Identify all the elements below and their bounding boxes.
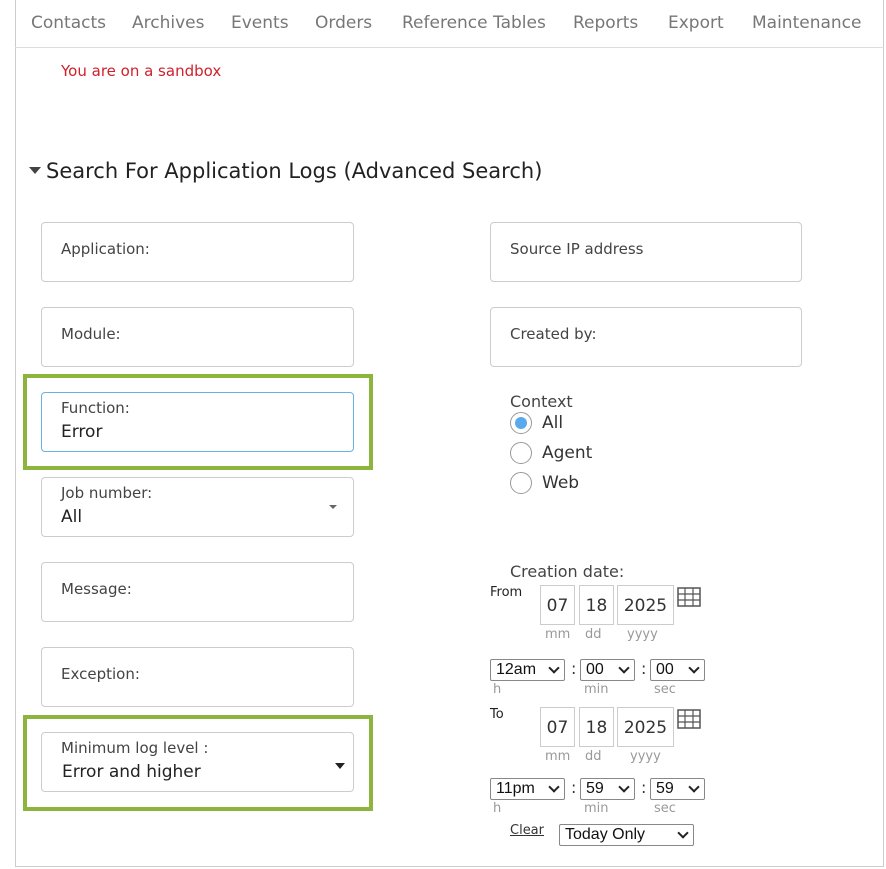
from-day-input[interactable]: 18 xyxy=(579,585,614,625)
chevron-down-icon xyxy=(677,827,689,839)
chevron-down-icon xyxy=(618,662,630,674)
radio-label-agent: Agent xyxy=(542,443,593,463)
created-by-field[interactable]: Created by: xyxy=(490,307,802,367)
nav-contacts[interactable]: Contacts xyxy=(31,13,106,33)
module-label: Module: xyxy=(61,325,121,343)
module-field[interactable]: Module: xyxy=(41,307,354,367)
exception-label: Exception: xyxy=(61,665,140,683)
date-range-select[interactable]: Today Only xyxy=(559,824,694,846)
job-number-label: Job number: xyxy=(61,484,153,502)
chevron-down-icon xyxy=(548,781,560,793)
to-mm-caption: mm xyxy=(545,749,571,764)
from-mm-caption: mm xyxy=(545,627,571,642)
to-dd-caption: dd xyxy=(585,749,602,764)
from-month-input[interactable]: 07 xyxy=(540,585,575,625)
from-hour-select[interactable]: 12am xyxy=(490,659,565,681)
radio-web[interactable] xyxy=(510,472,532,494)
radio-agent[interactable] xyxy=(510,442,532,464)
created-by-label: Created by: xyxy=(510,325,597,343)
to-year-input[interactable]: 2025 xyxy=(617,707,674,747)
from-year-input[interactable]: 2025 xyxy=(617,585,674,625)
nav-archives[interactable]: Archives xyxy=(132,13,204,33)
calendar-icon[interactable] xyxy=(677,587,701,607)
from-min-select[interactable]: 00 xyxy=(580,659,635,681)
colon: : xyxy=(641,778,647,797)
section-title: Search For Application Logs (Advanced Se… xyxy=(46,159,543,183)
to-min-value: 59 xyxy=(586,780,604,797)
application-field[interactable]: Application: xyxy=(41,222,354,282)
function-label: Function: xyxy=(61,399,130,417)
clear-link[interactable]: Clear xyxy=(510,823,544,838)
section-toggle[interactable]: Search For Application Logs (Advanced Se… xyxy=(29,159,542,183)
chevron-down-icon xyxy=(335,763,345,769)
sandbox-notice: You are on a sandbox xyxy=(61,62,222,80)
colon: : xyxy=(571,778,577,797)
from-label: From xyxy=(490,585,523,600)
to-yyyy-caption: yyyy xyxy=(630,749,661,764)
min-log-level-label: Minimum log level : xyxy=(61,739,209,757)
job-number-select[interactable]: Job number: All xyxy=(41,477,354,537)
from-yyyy-caption: yyyy xyxy=(627,627,658,642)
chevron-down-icon xyxy=(618,781,630,793)
job-number-value: All xyxy=(61,507,83,527)
chevron-down-icon xyxy=(548,662,560,674)
application-label: Application: xyxy=(61,240,150,258)
to-sec-caption: sec xyxy=(654,801,676,816)
from-min-caption: min xyxy=(584,682,609,697)
from-sec-value: 00 xyxy=(656,661,674,678)
creation-date-label: Creation date: xyxy=(510,562,625,581)
to-day-input[interactable]: 18 xyxy=(579,707,614,747)
colon: : xyxy=(641,659,647,678)
function-value: Error xyxy=(61,422,103,442)
source-ip-field[interactable]: Source IP address xyxy=(490,222,802,282)
radio-label-all: All xyxy=(542,413,564,433)
message-label: Message: xyxy=(61,580,132,598)
nav-orders[interactable]: Orders xyxy=(315,13,372,33)
chevron-down-icon xyxy=(688,781,700,793)
nav-export[interactable]: Export xyxy=(668,13,724,33)
nav-maintenance[interactable]: Maintenance xyxy=(752,13,861,33)
context-label: Context xyxy=(510,392,573,411)
chevron-down-icon xyxy=(329,505,337,509)
nav-reference-tables[interactable]: Reference Tables xyxy=(402,13,546,33)
from-h-caption: h xyxy=(493,682,502,697)
to-hour-value: 11pm xyxy=(496,780,535,797)
to-sec-select[interactable]: 59 xyxy=(650,778,705,800)
caret-down-icon xyxy=(29,166,41,174)
exception-field[interactable]: Exception: xyxy=(41,647,354,707)
from-sec-caption: sec xyxy=(654,682,676,697)
chevron-down-icon xyxy=(688,662,700,674)
to-min-select[interactable]: 59 xyxy=(580,778,635,800)
nav-events[interactable]: Events xyxy=(231,13,289,33)
nav-reports[interactable]: Reports xyxy=(573,13,638,33)
from-hour-value: 12am xyxy=(496,661,537,678)
top-nav: Contacts Archives Events Orders Referenc… xyxy=(15,0,884,48)
min-log-level-select[interactable]: Minimum log level : Error and higher xyxy=(41,732,354,792)
colon: : xyxy=(571,659,577,678)
calendar-icon[interactable] xyxy=(677,709,701,729)
from-dd-caption: dd xyxy=(585,627,602,642)
radio-label-web: Web xyxy=(542,473,580,493)
to-month-input[interactable]: 07 xyxy=(540,707,575,747)
min-log-level-value: Error and higher xyxy=(62,762,201,782)
from-min-value: 00 xyxy=(586,661,604,678)
function-field[interactable]: Function: Error xyxy=(41,392,354,452)
from-sec-select[interactable]: 00 xyxy=(650,659,705,681)
date-range-value: Today Only xyxy=(565,826,646,843)
to-label: To xyxy=(490,707,504,722)
to-hour-select[interactable]: 11pm xyxy=(490,778,565,800)
source-ip-label: Source IP address xyxy=(510,240,644,258)
to-sec-value: 59 xyxy=(656,780,674,797)
to-min-caption: min xyxy=(584,801,609,816)
message-field[interactable]: Message: xyxy=(41,562,354,622)
to-h-caption: h xyxy=(493,801,502,816)
radio-all[interactable] xyxy=(510,412,532,434)
